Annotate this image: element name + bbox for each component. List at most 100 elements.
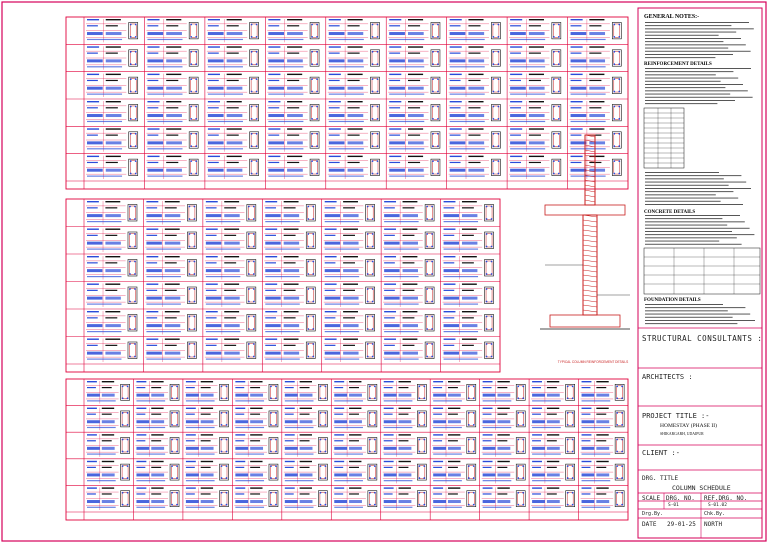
- cell-text-mark: [447, 446, 461, 450]
- rebar-dot-icon: [492, 105, 495, 108]
- rebar-dot-icon: [316, 78, 318, 81]
- rebar-dot-icon: [368, 423, 371, 426]
- cell-text-mark: [528, 59, 545, 63]
- rebar-dot-icon: [247, 205, 250, 208]
- column-section-icon: [369, 412, 376, 426]
- cell-text-mark: [497, 500, 511, 504]
- note-text-mark: [645, 227, 750, 229]
- cell-text-mark: [147, 148, 183, 150]
- column-section-icon: [616, 412, 623, 426]
- rebar-dot-icon: [311, 35, 313, 38]
- cell-text-mark: [528, 73, 544, 76]
- cell-text-mark: [407, 107, 421, 109]
- cell-text-mark: [205, 214, 222, 218]
- cell-text-mark: [347, 86, 364, 90]
- rebar-dot-icon: [613, 105, 616, 108]
- rebar-dot-icon: [129, 343, 131, 345]
- cell-text-mark: [105, 168, 122, 172]
- rebar-dot-icon: [134, 160, 137, 163]
- cell-text-mark: [449, 120, 485, 123]
- cell-text-mark: [200, 493, 211, 495]
- cell-text-mark: [105, 201, 121, 203]
- rebar-dot-icon: [371, 260, 374, 263]
- cell-text-mark: [151, 381, 164, 383]
- rebar-dot-icon: [566, 397, 569, 400]
- cell-text-mark: [87, 38, 123, 41]
- cell-text-mark: [449, 19, 462, 21]
- cell-text-mark: [449, 114, 466, 118]
- cell-text-mark: [589, 141, 606, 145]
- cell-text-mark: [433, 466, 443, 468]
- rebar-dot-icon: [188, 300, 191, 303]
- cell-text-mark: [443, 324, 460, 328]
- rebar-dot-icon: [319, 450, 322, 453]
- cell-text-mark: [449, 66, 485, 68]
- rebar-dot-icon: [432, 132, 434, 135]
- cell-text-mark: [398, 434, 411, 436]
- cell-text-mark: [265, 324, 281, 328]
- rebar-dot-icon: [376, 50, 379, 53]
- rebar-dot-icon: [134, 63, 137, 66]
- cell-text-mark: [443, 269, 460, 273]
- rebar-dot-icon: [190, 160, 193, 163]
- rebar-dot-icon: [371, 273, 374, 275]
- column-tie: [582, 229, 598, 233]
- rebar-dot-icon: [129, 35, 132, 38]
- cell-text-mark: [324, 256, 337, 258]
- rebar-dot-icon: [193, 218, 196, 220]
- cell-text-mark: [581, 426, 611, 429]
- rebar-dot-icon: [275, 465, 277, 468]
- cell-text-mark: [101, 393, 115, 397]
- note-text-mark: [645, 25, 732, 27]
- cell-text-mark: [349, 393, 362, 397]
- rebar-dot-icon: [437, 35, 439, 38]
- cell-text-mark: [105, 269, 121, 273]
- cell-text-mark: [402, 269, 418, 273]
- cell-text-mark: [284, 480, 314, 482]
- cell-text-mark: [443, 317, 455, 319]
- column-tie: [582, 289, 598, 293]
- cell-text-mark: [510, 175, 546, 177]
- cell-text-mark: [384, 283, 397, 285]
- rebar-dot-icon: [431, 245, 434, 248]
- cell-text-mark: [324, 289, 336, 291]
- rebar-dot-icon: [134, 90, 137, 93]
- rebar-dot-icon: [171, 397, 173, 400]
- rebar-dot-icon: [418, 465, 421, 468]
- cell-text-mark: [205, 311, 218, 313]
- rebar-dot-icon: [252, 233, 255, 235]
- rebar-dot-icon: [557, 145, 560, 148]
- rebar-dot-icon: [250, 50, 253, 53]
- cell-text-mark: [383, 407, 394, 409]
- column-section-icon: [492, 105, 500, 120]
- rebar-dot-icon: [312, 205, 315, 208]
- column-section-icon: [616, 491, 623, 506]
- cell-text-mark: [87, 407, 97, 409]
- rebar-dot-icon: [319, 412, 322, 414]
- ref-drg-no-value: S-01.02: [708, 503, 727, 508]
- rebar-dot-icon: [190, 132, 193, 135]
- cell-text-mark: [384, 331, 419, 333]
- cell-text-mark: [468, 19, 484, 21]
- cell-text-mark: [265, 338, 278, 340]
- rebar-dot-icon: [618, 63, 621, 66]
- rebar-dot-icon: [195, 132, 198, 135]
- cell-text-mark: [105, 25, 118, 27]
- cell-text-mark: [166, 134, 179, 136]
- cell-text-mark: [101, 386, 112, 389]
- cell-text-mark: [581, 381, 592, 383]
- cell-text-mark: [101, 381, 115, 383]
- rebar-dot-icon: [616, 491, 619, 494]
- cell-text-mark: [224, 241, 240, 245]
- cell-text-mark: [528, 101, 544, 103]
- cell-text-mark: [546, 413, 557, 415]
- rebar-dot-icon: [557, 50, 560, 53]
- cell-text-mark: [146, 317, 158, 319]
- cell-text-mark: [283, 256, 299, 258]
- cell-text-mark: [468, 79, 481, 82]
- cell-text-mark: [398, 407, 411, 409]
- rebar-dot-icon: [571, 412, 574, 414]
- rebar-dot-icon: [418, 438, 421, 441]
- rebar-dot-icon: [431, 315, 434, 318]
- rebar-dot-icon: [437, 78, 439, 81]
